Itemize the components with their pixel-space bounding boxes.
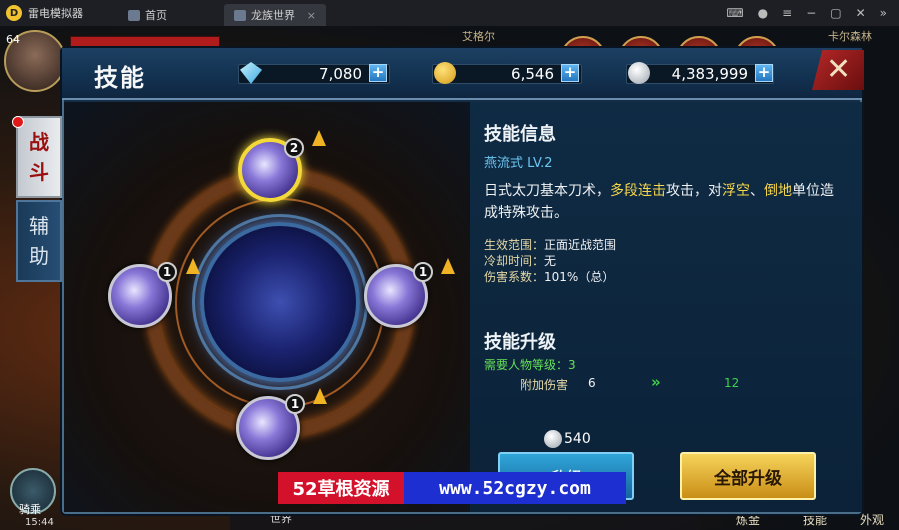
stat-value: 正面近战范围	[544, 238, 617, 252]
stat-key: 生效范围：	[484, 238, 545, 252]
skill-info-heading: 技能信息	[484, 124, 556, 145]
double-arrow-icon: »	[651, 373, 661, 391]
stat-cooldown: 冷却时间：无	[484, 252, 556, 269]
tab-home-label: 首页	[145, 9, 167, 22]
upgrade-arrow-icon	[313, 388, 327, 404]
map-name-right: 卡尔森林	[828, 30, 872, 43]
panel-title: 技能	[94, 64, 146, 92]
tab-battle-char: 战	[29, 130, 49, 154]
restore-icon[interactable]: ▢	[830, 6, 841, 20]
emulator-logo-icon: D	[6, 5, 22, 21]
skill-level-badge: 2	[284, 138, 304, 158]
level-requirement: 需要人物等级：3	[484, 358, 576, 372]
game-icon	[234, 9, 246, 21]
clock: 15:44	[25, 517, 54, 528]
desc-text: 、	[750, 183, 764, 199]
bottom-menu-appearance[interactable]: 外观	[860, 511, 884, 528]
window-controls: ⌨ ● ≡ − ▢ ✕ »	[726, 6, 887, 20]
user-icon[interactable]: ●	[758, 6, 768, 20]
watermark-blue: www.52cgzy.com	[404, 472, 626, 504]
upgrade-arrow-icon	[186, 258, 200, 274]
stat-damage: 伤害系数：101%（总）	[484, 268, 614, 285]
add-gold-button[interactable]: +	[561, 64, 579, 82]
desc-highlight: 倒地	[764, 183, 792, 199]
add-damage-to: 12	[724, 376, 740, 390]
health-bar	[70, 36, 220, 48]
map-name-left: 艾格尔	[462, 30, 495, 43]
tab-game[interactable]: 龙族世界 ×	[224, 4, 326, 26]
desc-highlight: 浮空	[722, 183, 750, 199]
home-icon	[128, 9, 140, 21]
stat-key: 冷却时间：	[484, 254, 545, 268]
stat-value: 101%（总）	[544, 270, 615, 284]
skill-level-badge: 1	[413, 262, 433, 282]
gamepad-icon[interactable]: ⌨	[726, 6, 743, 20]
stat-range: 生效范围：正面近战范围	[484, 236, 616, 253]
mount-label: 骑乘	[19, 503, 41, 516]
skill-description: 日式太刀基本刀术，多段连击攻击，对浮空、倒地单位造成特殊攻击。	[484, 180, 844, 224]
emulator-app-name: 雷电模拟器	[28, 7, 83, 20]
upgrade-arrow-icon	[441, 258, 455, 274]
silver-value: 4,383,999	[671, 65, 748, 83]
upgrade-all-button[interactable]: 全部升级	[680, 452, 816, 500]
player-level: 64	[6, 33, 20, 46]
stat-value: 无	[544, 254, 557, 268]
add-silver-button[interactable]: +	[755, 64, 773, 82]
silver-coin-icon	[628, 62, 650, 84]
emulator-title-bar: D 雷电模拟器 首页 龙族世界 × ⌨ ● ≡ − ▢ ✕ »	[0, 0, 899, 26]
gold-coin-icon	[434, 62, 456, 84]
skill-name: 燕流式 LV.2	[484, 156, 553, 171]
tab-home[interactable]: 首页	[118, 4, 208, 26]
minimize-icon[interactable]: −	[806, 6, 816, 20]
skill-level-badge: 1	[285, 394, 305, 414]
desc-text: 日式太刀基本刀术，	[484, 183, 610, 199]
notification-dot	[12, 116, 24, 128]
desc-text: 攻击，对	[666, 183, 722, 199]
skill-level-badge: 1	[157, 262, 177, 282]
sidebar-icon[interactable]: »	[880, 6, 887, 20]
watermark-red: 52草根资源	[278, 472, 404, 504]
tab-battle-char: 斗	[29, 160, 49, 184]
tab-assist[interactable]: 辅 助	[16, 200, 62, 282]
add-damage-label: 附加伤害	[520, 378, 569, 392]
silver-coin-icon	[544, 430, 562, 448]
menu-icon[interactable]: ≡	[782, 6, 792, 20]
tab-game-label: 龙族世界	[251, 9, 295, 22]
diamond-value: 7,080	[319, 65, 362, 83]
add-damage-from: 6	[588, 376, 596, 390]
stat-key: 伤害系数：	[484, 270, 545, 284]
desc-highlight: 多段连击	[610, 183, 666, 199]
tab-assist-char: 辅	[29, 214, 49, 238]
gold-value: 6,546	[511, 65, 554, 83]
add-diamond-button[interactable]: +	[369, 64, 387, 82]
upgrade-arrow-icon	[312, 130, 326, 146]
tab-close-icon[interactable]: ×	[307, 9, 316, 22]
center-orb	[200, 222, 360, 382]
upgrade-heading: 技能升级	[484, 332, 556, 353]
close-icon[interactable]: ✕	[826, 52, 851, 87]
close-icon[interactable]: ✕	[856, 6, 866, 20]
tab-assist-char: 助	[29, 244, 49, 268]
upgrade-cost: 540	[564, 431, 591, 447]
tab-battle[interactable]: 战 斗	[16, 116, 62, 198]
